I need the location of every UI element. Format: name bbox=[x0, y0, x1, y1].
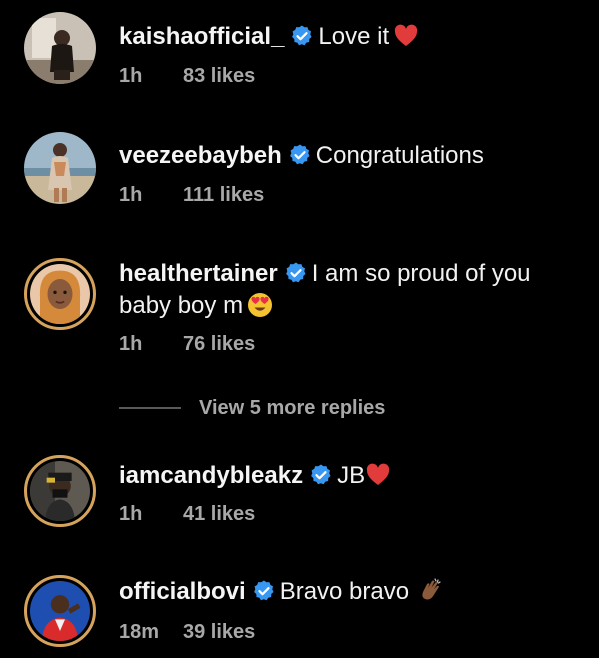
view-more-label[interactable]: View 5 more replies bbox=[199, 397, 385, 420]
red-heart-icon bbox=[365, 462, 391, 488]
comment-username[interactable]: healthertainer bbox=[119, 260, 278, 287]
comment-username[interactable]: kaishaofficial_ bbox=[119, 23, 284, 50]
divider bbox=[119, 407, 181, 409]
view-more-replies-button[interactable]: View 5 more replies bbox=[119, 396, 385, 420]
likes-count[interactable]: 76 likes bbox=[183, 332, 255, 356]
comment-time: 18m bbox=[119, 621, 160, 643]
avatar[interactable] bbox=[24, 455, 96, 527]
likes-count[interactable]: 41 likes bbox=[183, 502, 255, 526]
avatar[interactable] bbox=[24, 258, 96, 330]
comment-meta: 1h 41 likes bbox=[119, 502, 255, 526]
comment-username[interactable]: iamcandybleakz bbox=[119, 462, 303, 489]
comment-time: 1h bbox=[119, 503, 143, 525]
comment-line: kaishaofficial_ Love it bbox=[119, 21, 579, 53]
comment-text: Bravo bravo bbox=[279, 578, 410, 605]
likes-count[interactable]: 111 likes bbox=[183, 183, 264, 207]
verified-badge-icon bbox=[252, 579, 276, 603]
avatar[interactable] bbox=[24, 12, 96, 84]
heart-eyes-icon bbox=[247, 292, 273, 318]
avatar[interactable] bbox=[24, 575, 96, 647]
comment-text: Congratulations bbox=[315, 142, 484, 169]
comment-time: 1h bbox=[119, 65, 143, 87]
comment-time: 1h bbox=[119, 184, 143, 206]
verified-badge-icon bbox=[288, 143, 312, 167]
avatar[interactable] bbox=[24, 132, 96, 204]
verified-badge-icon bbox=[290, 24, 314, 48]
red-heart-icon bbox=[393, 23, 419, 49]
comment-meta: 1h 83 likes bbox=[119, 64, 255, 88]
comment-line: veezeebaybeh Congratulations bbox=[119, 140, 579, 172]
comment-text: Love it bbox=[318, 23, 390, 50]
likes-count[interactable]: 39 likes bbox=[183, 620, 255, 644]
comment-meta: 1h 76 likes bbox=[119, 332, 255, 356]
comment-meta: 18m 39 likes bbox=[119, 620, 255, 644]
comment-meta: 1h 111 likes bbox=[119, 183, 264, 207]
likes-count[interactable]: 83 likes bbox=[183, 64, 255, 88]
comment-line: iamcandybleakz JB bbox=[119, 460, 579, 492]
comment-line: healthertainer I am so proud of you baby … bbox=[119, 258, 569, 322]
comment-text: JB bbox=[337, 462, 366, 489]
comment-username[interactable]: veezeebaybeh bbox=[119, 142, 282, 169]
comment-username[interactable]: officialbovi bbox=[119, 578, 246, 605]
clapping-hand-icon bbox=[417, 578, 443, 604]
comment-line: officialbovi Bravo bravo bbox=[119, 576, 579, 608]
comment-time: 1h bbox=[119, 333, 143, 355]
verified-badge-icon bbox=[284, 261, 308, 285]
verified-badge-icon bbox=[309, 463, 333, 487]
